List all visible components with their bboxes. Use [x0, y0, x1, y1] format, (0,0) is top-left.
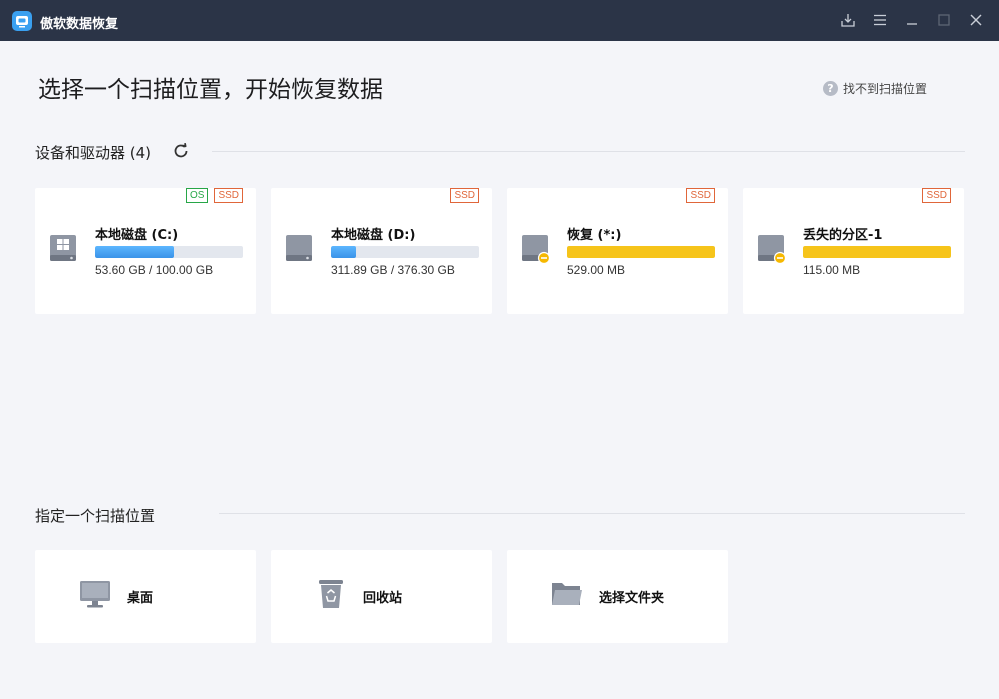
drive-usage-fill	[95, 246, 175, 258]
drive-name: 本地磁盘 (D:)	[331, 228, 416, 243]
maximize-icon[interactable]	[935, 11, 953, 29]
location-label: 选择文件夹	[599, 591, 665, 606]
drive-badges: OS SSD	[185, 188, 243, 203]
location-desktop[interactable]: 桌面	[35, 550, 256, 643]
drive-usage-fill	[567, 246, 715, 258]
drive-size: 53.60 GB / 100.00 GB	[95, 263, 214, 277]
app-title: 傲软数据恢复	[40, 17, 119, 32]
ssd-badge: SSD	[450, 188, 479, 203]
close-icon[interactable]	[967, 11, 985, 29]
drive-usage-bar	[331, 246, 479, 258]
drive-size: 529.00 MB	[567, 263, 626, 277]
ssd-badge: SSD	[214, 188, 243, 203]
question-icon: ?	[823, 80, 838, 96]
help-link-label: 找不到扫描位置	[843, 81, 928, 96]
hard-drive-icon	[284, 233, 314, 265]
minimize-icon[interactable]	[903, 11, 921, 29]
refresh-icon[interactable]	[171, 141, 191, 161]
drive-size: 311.89 GB / 376.30 GB	[331, 263, 455, 277]
help-link[interactable]: ? 找不到扫描位置	[823, 80, 927, 96]
drive-name: 本地磁盘 (C:)	[95, 228, 179, 243]
drive-name: 丢失的分区-1	[803, 228, 883, 243]
desktop-icon	[79, 579, 111, 609]
recycle-bin-icon	[315, 579, 347, 609]
download-icon[interactable]	[839, 11, 857, 29]
os-badge: OS	[185, 188, 209, 203]
drive-warning-icon	[520, 233, 551, 265]
drive-usage-bar	[95, 246, 243, 258]
location-label: 桌面	[127, 591, 154, 606]
drive-usage-bar	[803, 246, 951, 258]
drive-card-lost-partition[interactable]: SSD 丢失的分区-1 115.00 MB	[743, 188, 964, 314]
drive-usage-fill	[331, 246, 357, 258]
devices-section-title: 设备和驱动器 (4)	[35, 144, 152, 162]
windows-drive-icon	[48, 233, 78, 265]
drive-usage-bar	[567, 246, 715, 258]
drive-usage-fill	[803, 246, 951, 258]
app-logo-icon	[12, 11, 32, 31]
devices-divider	[212, 151, 965, 152]
drive-card-d[interactable]: SSD 本地磁盘 (D:) 311.89 GB / 376.30 GB	[271, 188, 492, 314]
drive-badges: SSD	[686, 188, 715, 203]
drive-size: 115.00 MB	[803, 263, 861, 277]
menu-icon[interactable]	[871, 11, 889, 29]
folder-icon	[551, 579, 583, 609]
drive-badges: SSD	[922, 188, 951, 203]
ssd-badge: SSD	[686, 188, 715, 203]
location-label: 回收站	[363, 591, 403, 606]
drive-badges: SSD	[450, 188, 479, 203]
locations-section-title: 指定一个扫描位置	[35, 507, 156, 525]
location-recycle-bin[interactable]: 回收站	[271, 550, 492, 643]
location-select-folder[interactable]: 选择文件夹	[507, 550, 728, 643]
locations-divider	[219, 513, 965, 514]
drive-card-recovery[interactable]: SSD 恢复 (*:) 529.00 MB	[507, 188, 728, 314]
page-title: 选择一个扫描位置，开始恢复数据	[38, 77, 383, 103]
title-bar: 傲软数据恢复	[0, 0, 999, 41]
drive-name: 恢复 (*:)	[567, 228, 622, 243]
drive-warning-icon	[756, 233, 787, 265]
drive-card-c[interactable]: OS SSD 本地磁盘 (C:) 53.60 GB / 100.00 GB	[35, 188, 256, 314]
ssd-badge: SSD	[922, 188, 951, 203]
